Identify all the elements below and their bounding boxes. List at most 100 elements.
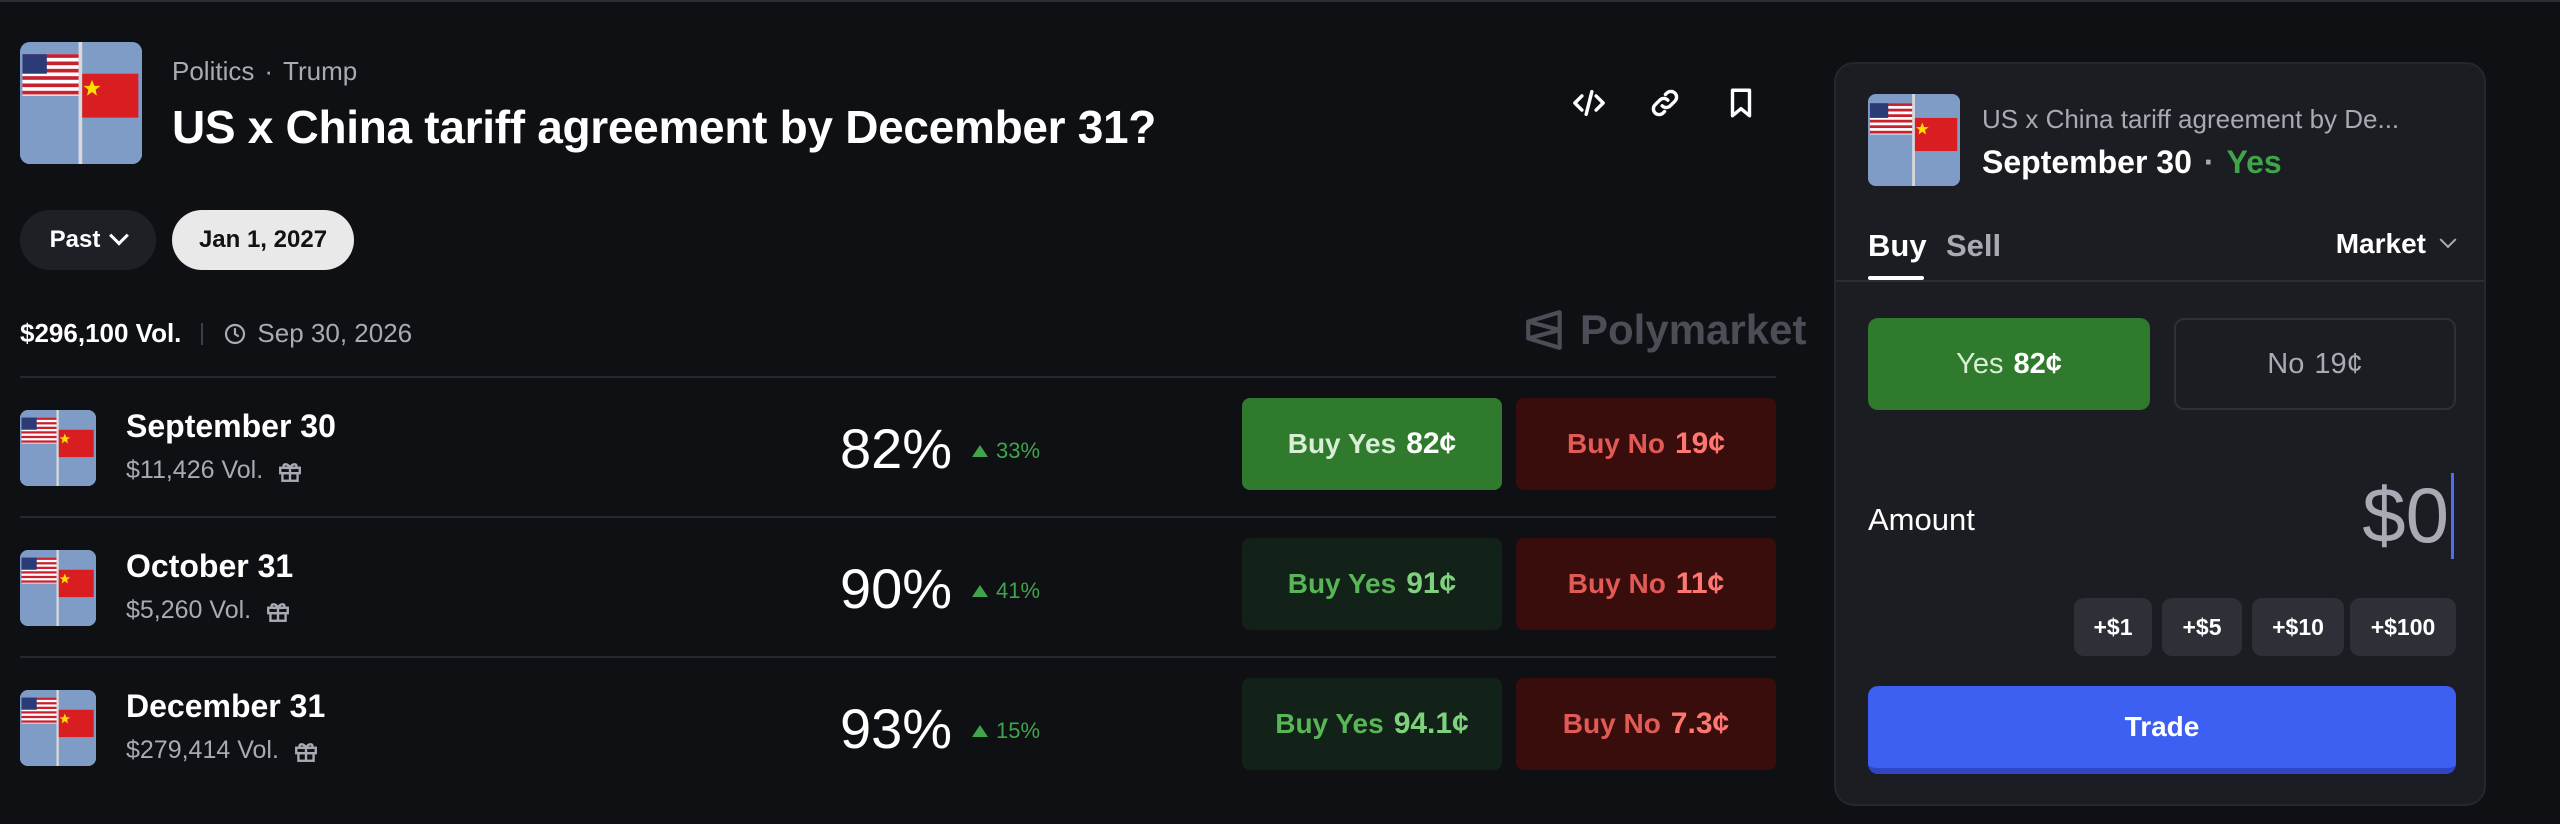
outcome-probability: 82% [840,417,953,480]
tab-sell[interactable]: Sell [1946,228,2001,264]
polymarket-logo: Polymarket [1524,306,1806,354]
buy-no-price: 7.3¢ [1670,707,1730,740]
trade-button[interactable]: Trade [1868,686,2456,774]
total-volume: $296,100 Vol. [20,318,182,348]
tabs-divider [1836,280,2484,282]
breadcrumb-category[interactable]: Politics [172,56,254,86]
buy-yes-button[interactable]: Buy Yes 91¢ [1242,538,1502,630]
buy-no-button[interactable]: Buy No 19¢ [1516,398,1776,490]
panel-outcome-name: September 30 [1982,144,2192,180]
outcome-title: October 31 [126,548,294,584]
outcome-change-value: 15% [996,718,1041,743]
panel-thumbnail [1868,94,1960,186]
outcome-title: December 31 [126,688,326,724]
outcome-row-december-31[interactable]: December 31 $279,414 Vol. 93% 15% Buy Ye… [20,658,1776,796]
outcome-change: 33% [972,438,1040,464]
amount-label: Amount [1868,502,1975,537]
breadcrumb-separator: · [264,56,274,86]
up-triangle-icon [972,445,988,457]
outcome-volume: $11,426 Vol. [126,456,303,485]
up-triangle-icon [972,725,988,737]
quick-add-10-button[interactable]: +$10 [2252,598,2344,656]
brand-name: Polymarket [1580,306,1807,353]
polymarket-logo-icon [1526,310,1562,350]
buy-no-label: Buy No [1567,568,1666,599]
buy-no-price: 19¢ [1674,427,1726,460]
outcome-title: September 30 [126,408,336,444]
buy-yes-button[interactable]: Buy Yes 82¢ [1242,398,1502,490]
embed-code-button[interactable] [1568,82,1610,124]
page-title: US x China tariff agreement by December … [172,101,1157,153]
chevron-down-icon [109,225,130,246]
buy-yes-label: Buy Yes [1275,708,1384,739]
gift-icon[interactable] [277,458,303,484]
breadcrumb: Politics · Trump [172,56,357,87]
outcome-row-october-31[interactable]: October 31 $5,260 Vol. 90% 41% Buy Yes 91… [20,518,1776,656]
buy-yes-button[interactable]: Buy Yes 94.1¢ [1242,678,1502,770]
outcome-volume-text: $5,260 Vol. [126,596,252,624]
up-triangle-icon [972,585,988,597]
buy-yes-price: 94.1¢ [1393,707,1469,740]
yes-outcome-label: Yes [1956,347,2004,380]
outcome-volume: $279,414 Vol. [126,736,319,765]
no-outcome-price: 19¢ [2314,347,2363,380]
gift-icon[interactable] [265,598,291,624]
outcome-thumbnail [20,550,96,626]
copy-link-button[interactable] [1644,82,1686,124]
yes-outcome-button[interactable]: Yes 82¢ [1868,318,2150,410]
outcome-thumbnail [20,410,96,486]
outcome-row-september-30[interactable]: September 30 $11,426 Vol. 82% 33% Buy Ye… [20,378,1776,516]
panel-outcome-separator: · [2203,144,2215,180]
buy-no-button[interactable]: Buy No 11¢ [1516,538,1776,630]
date-chip[interactable]: Jan 1, 2027 [172,210,354,270]
no-outcome-label: No [2267,347,2305,380]
quick-add-1-button[interactable]: +$1 [2074,598,2152,656]
amount-value: $0 [2362,471,2449,559]
buy-no-label: Buy No [1566,428,1665,459]
past-dropdown[interactable]: Past [20,210,156,270]
outcome-change-value: 33% [996,438,1041,463]
outcome-change: 41% [972,578,1040,604]
buy-yes-price: 82¢ [1406,427,1457,460]
outcome-volume-text: $11,426 Vol. [126,456,264,484]
embed-code-icon [1573,89,1605,117]
quick-add-100-button[interactable]: +$100 [2350,598,2456,656]
bookmark-button[interactable] [1720,82,1762,124]
outcome-change: 15% [972,718,1040,744]
top-divider [0,0,2560,4]
panel-outcome-side: Yes [2226,144,2282,180]
trade-panel: US x China tariff agreement by De... Sep… [1834,62,2486,806]
tab-buy[interactable]: Buy [1868,228,1927,264]
outcome-volume-text: $279,414 Vol. [126,736,279,764]
outcome-thumbnail [20,690,96,766]
panel-market-title: US x China tariff agreement by De... [1982,104,2400,134]
clock-icon [225,323,246,344]
panel-selected-outcome: September 30 · Yes [1982,144,2282,181]
outcome-change-value: 41% [996,578,1041,603]
outcome-probability: 93% [840,697,953,760]
buy-no-price: 11¢ [1675,567,1725,600]
buy-no-button[interactable]: Buy No 7.3¢ [1516,678,1776,770]
chevron-down-icon [2439,231,2457,249]
buy-no-label: Buy No [1562,708,1661,739]
text-cursor [2451,472,2454,559]
quick-add-5-button[interactable]: +$5 [2162,598,2242,656]
market-thumbnail [20,42,142,164]
outcome-volume: $5,260 Vol. [126,596,291,625]
amount-input[interactable]: $0 [2362,470,2454,561]
summary-divider [201,322,204,345]
gift-icon[interactable] [293,738,319,764]
breadcrumb-tag[interactable]: Trump [283,56,357,86]
yes-outcome-price: 82¢ [2013,347,2062,380]
past-dropdown-label: Past [49,226,101,253]
outcome-probability: 90% [840,557,953,620]
link-icon [1651,89,1679,117]
order-type-dropdown[interactable]: Market [2335,228,2457,260]
buy-yes-price: 91¢ [1406,567,1457,600]
order-type-label: Market [2335,228,2426,259]
market-summary: $296,100 Vol. Sep 30, 2026 [20,318,412,349]
end-date: Sep 30, 2026 [257,318,413,348]
no-outcome-button[interactable]: No 19¢ [2174,318,2456,410]
bookmark-icon [1730,88,1752,118]
buy-yes-label: Buy Yes [1287,568,1397,599]
